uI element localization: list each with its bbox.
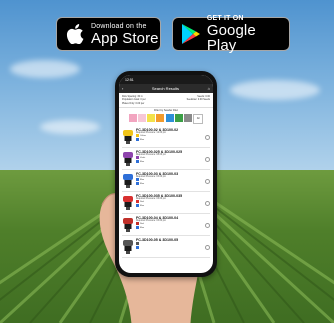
color-name: Red xyxy=(140,222,144,225)
filter-title: Filter by Seeder Disc xyxy=(153,109,179,113)
select-radio[interactable] xyxy=(205,134,210,140)
filter-swatch[interactable] xyxy=(156,114,165,123)
back-icon[interactable]: ‹ xyxy=(122,86,123,91)
filter-swatch[interactable] xyxy=(165,114,174,123)
select-radio[interactable] xyxy=(205,244,210,250)
color-chip xyxy=(136,155,139,159)
select-radio[interactable] xyxy=(205,178,210,184)
color-chip xyxy=(136,203,139,207)
color-line: Blue xyxy=(136,225,205,230)
color-name: Violet xyxy=(140,156,146,159)
promo-scene: Download on the App Store GET IT ON Goog… xyxy=(0,0,334,323)
cloud xyxy=(10,60,80,78)
nozzle-icon xyxy=(122,217,134,233)
color-line xyxy=(136,245,205,250)
color-chip xyxy=(136,241,139,245)
color-name: Blue xyxy=(140,138,145,141)
color-name: Blue xyxy=(140,178,145,181)
home-icon[interactable]: ⌂ xyxy=(208,86,210,91)
filter-swatch[interactable] xyxy=(147,114,156,123)
list-item[interactable]: FC-3D100-02 & 3D100-02 Required Pressure:… xyxy=(122,126,210,149)
color-chip xyxy=(136,225,139,229)
color-line: Blue xyxy=(136,159,205,164)
list-item-text: FC-3D100-025 & 3D100-025 Required Pressur… xyxy=(136,150,205,168)
filter-swatch[interactable] xyxy=(183,114,192,123)
color-name: Blue xyxy=(140,182,145,185)
nozzle-icon xyxy=(122,129,134,145)
color-chip xyxy=(136,137,139,141)
color-chip xyxy=(136,221,139,225)
color-name: Yellow xyxy=(140,134,146,137)
color-name: Blue xyxy=(140,204,145,207)
color-name: Red xyxy=(140,200,144,203)
google-play-badge[interactable]: GET IT ON Google Play xyxy=(172,15,290,54)
filter-swatch[interactable] xyxy=(138,114,147,123)
select-radio[interactable] xyxy=(205,156,210,162)
nozzle-icon xyxy=(122,239,134,255)
color-name: Blue xyxy=(140,226,145,229)
filter-swatch[interactable] xyxy=(174,114,183,123)
results-list: FC-3D100-02 & 3D100-02 Required Pressure:… xyxy=(119,126,213,259)
select-radio[interactable] xyxy=(205,222,210,228)
nozzle-icon xyxy=(122,173,134,189)
cloud xyxy=(230,80,320,100)
list-item[interactable]: FC-3D100-025 & 3D100-025 Required Pressur… xyxy=(122,148,210,171)
seeder-disc-filter: All xyxy=(119,114,213,125)
filter-swatch[interactable] xyxy=(128,114,137,123)
list-item-text: FC-3D100-04 & 3D100-04 Required Pressure:… xyxy=(136,216,205,234)
list-item-text: FC-3D100-02 & 3D100-02 Required Pressure:… xyxy=(136,128,205,146)
list-item[interactable]: FC-3D100-035 & 3D100-035 Required Pressur… xyxy=(122,192,210,215)
info-right: Seeds/ac: 0.00 Seeds xyxy=(186,98,210,102)
status-bar: 12:51 xyxy=(119,75,213,84)
status-time: 12:51 xyxy=(125,77,134,82)
google-play-icon xyxy=(180,23,202,45)
page-title: Search Results xyxy=(151,86,180,91)
list-item-text: FC-3D100-03 & 3D100-03 Required Pressure:… xyxy=(136,172,205,190)
info-left: Plates Only: 0.00 per xyxy=(122,101,145,105)
color-name: Blue xyxy=(140,160,145,163)
nozzle-icon xyxy=(122,151,134,167)
list-item-text: FC-3D100-035 & 3D100-035 Required Pressur… xyxy=(136,194,205,212)
apple-icon xyxy=(64,23,86,45)
color-chip xyxy=(136,245,139,249)
color-line: Blue xyxy=(136,181,205,186)
list-item[interactable]: FC-3D100-03 & 3D100-03 Required Pressure:… xyxy=(122,170,210,193)
nozzle-icon xyxy=(122,195,134,211)
color-chip xyxy=(136,177,139,181)
settings-summary: Row Spacing: 30 in Seeds: 0.00 Populatio… xyxy=(119,93,213,108)
color-chip xyxy=(136,181,139,185)
list-item-text: FC-3D100-05 & 3D100-05 xyxy=(136,238,205,256)
app-screen: 12:51 ‹ Search Results ⌂ Row Spacing: 30… xyxy=(119,75,213,273)
google-play-label: Google Play xyxy=(206,22,256,54)
cloud xyxy=(40,120,100,134)
info-row: Plates Only: 0.00 per xyxy=(122,102,210,105)
filter-swatch[interactable]: All xyxy=(193,114,204,125)
color-chip xyxy=(136,159,139,163)
color-chip xyxy=(136,199,139,203)
color-chip xyxy=(136,133,139,137)
list-item[interactable]: FC-3D100-05 & 3D100-05 xyxy=(122,236,210,259)
google-play-caption: GET IT ON xyxy=(206,15,244,22)
color-line: Blue xyxy=(136,137,205,142)
app-header: ‹ Search Results ⌂ xyxy=(119,84,213,93)
color-line: Blue xyxy=(136,203,205,208)
select-radio[interactable] xyxy=(205,200,210,206)
app-store-caption: Download on the xyxy=(91,22,147,30)
list-item[interactable]: FC-3D100-04 & 3D100-04 Required Pressure:… xyxy=(122,214,210,237)
app-store-badge[interactable]: Download on the App Store xyxy=(56,17,161,51)
phone-mockup: 12:51 ‹ Search Results ⌂ Row Spacing: 30… xyxy=(115,71,217,277)
app-store-label: App Store xyxy=(91,29,159,47)
